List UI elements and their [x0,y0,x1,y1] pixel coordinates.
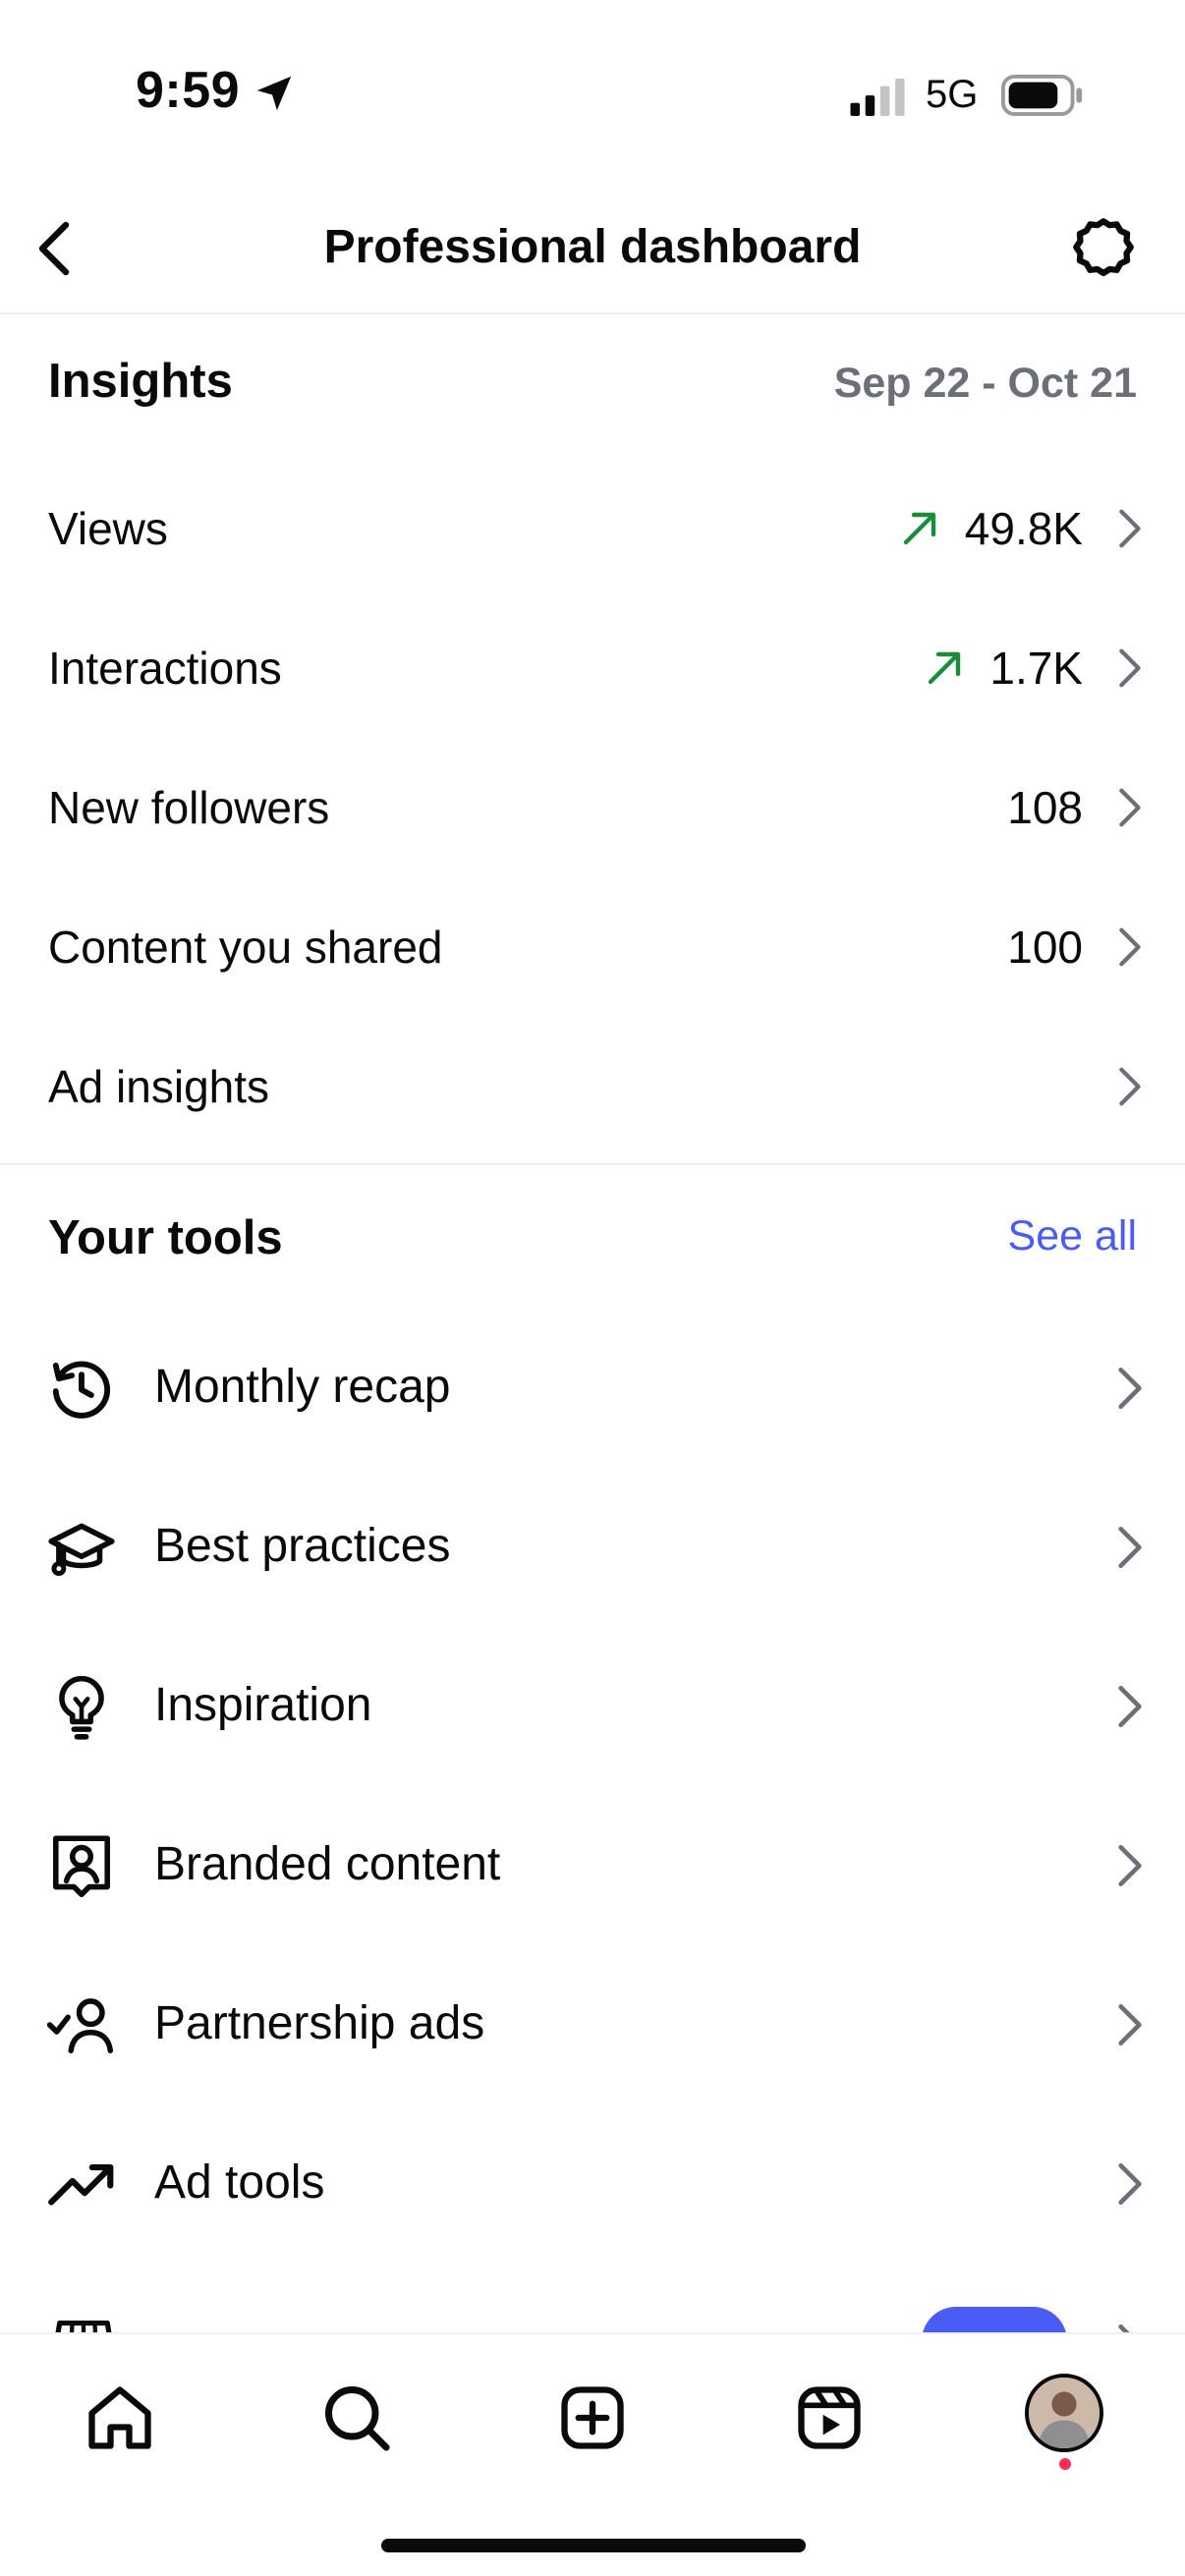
metric-label: New followers [48,782,330,833]
reels-icon [798,2386,861,2449]
chevron-right-icon [1119,509,1141,548]
chevron-right-icon [1119,788,1141,827]
signal-icon [850,79,905,116]
history-icon [52,1361,111,1419]
date-range-selector[interactable]: Sep 22 - Oct 21 [834,360,1137,408]
chevron-right-icon [1119,648,1141,688]
metric-value: 1.7K [989,643,1083,694]
tool-row-ad-tools[interactable]: Ad tools [0,2104,1185,2264]
settings-button[interactable] [1069,214,1138,283]
metric-label: Views [48,503,168,554]
tool-row-monthly-recap[interactable]: Monthly recap [0,1309,1185,1468]
nav-create-button[interactable] [548,2374,637,2462]
new-badge [922,2307,1067,2332]
tool-row-partnership-ads[interactable]: Partnership ads [0,1945,1185,2104]
partnership-icon [46,1998,114,2053]
section-divider [0,1163,1185,1165]
trend-up-arrow-icon [929,651,961,685]
tool-row-branded-content[interactable]: Branded content [0,1786,1185,1945]
trend-up-arrow-icon [903,512,935,545]
tool-label: Ad tools [154,2156,325,2209]
chevron-right-icon [1119,927,1141,967]
metric-row-views[interactable]: Views 49.8K [0,459,1185,598]
search-icon [325,2386,390,2451]
trending-up-icon [48,2163,114,2206]
tool-label: Best practices [154,1520,451,1572]
chevron-right-icon [1118,1685,1142,1728]
status-time: 9:59 [136,62,241,119]
tool-label: Branded content [154,1838,501,1890]
chevron-right-icon [1118,1526,1142,1569]
tool-label: Partnership ads [154,1997,485,2049]
page-title: Professional dashboard [323,221,862,273]
metric-value: 108 [1007,782,1083,833]
chevron-right-icon [1118,1367,1142,1410]
tool-label: Monthly recap [154,1361,451,1413]
header: Professional dashboard [0,187,1185,314]
metric-value: 49.8K [964,503,1083,554]
location-arrow-icon [256,76,292,111]
tool-row-best-practices[interactable]: Best practices [0,1468,1185,1627]
graduation-cap-icon [48,1523,115,1576]
metric-row-interactions[interactable]: Interactions 1.7K [0,598,1185,738]
create-icon [561,2386,624,2449]
metric-label: Ad insights [48,1061,270,1112]
notification-dot [1059,2458,1071,2470]
chevron-right-icon [1119,1067,1141,1106]
avatar-photo [1029,2378,1100,2448]
network-label: 5G [926,73,979,116]
status-bar: 9:59 5G [0,0,1185,187]
nav-search-button[interactable] [312,2374,401,2462]
tool-row-inspiration[interactable]: Inspiration [0,1627,1185,1786]
tools-title: Your tools [48,1211,283,1264]
metric-label: Content you shared [48,922,443,973]
nav-reels-button[interactable] [785,2374,874,2462]
gear-icon [1073,218,1134,277]
see-all-link[interactable]: See all [1008,1212,1137,1260]
chevron-right-icon [1118,2324,1130,2332]
home-icon [88,2386,151,2449]
metric-row-ad-insights[interactable]: Ad insights [0,1017,1185,1156]
chevron-right-icon [1118,2162,1142,2206]
nav-home-button[interactable] [76,2374,164,2462]
metric-row-content-shared[interactable]: Content you shared 100 [0,877,1185,1017]
insights-title: Insights [48,355,233,408]
chevron-right-icon [1118,2003,1142,2046]
shop-icon [55,2321,112,2332]
metric-row-new-followers[interactable]: New followers 108 [0,738,1185,877]
nav-profile-avatar[interactable] [1025,2374,1103,2452]
lightbulb-icon [59,1675,104,1740]
home-indicator [381,2539,806,2552]
battery-icon [1001,75,1083,116]
tool-row-partial[interactable] [0,2299,1185,2332]
tool-label: Inspiration [154,1679,372,1731]
metric-value: 100 [1007,922,1083,973]
metric-label: Interactions [48,643,282,694]
branded-content-icon [53,1835,110,1898]
chevron-right-icon [1118,1844,1142,1887]
